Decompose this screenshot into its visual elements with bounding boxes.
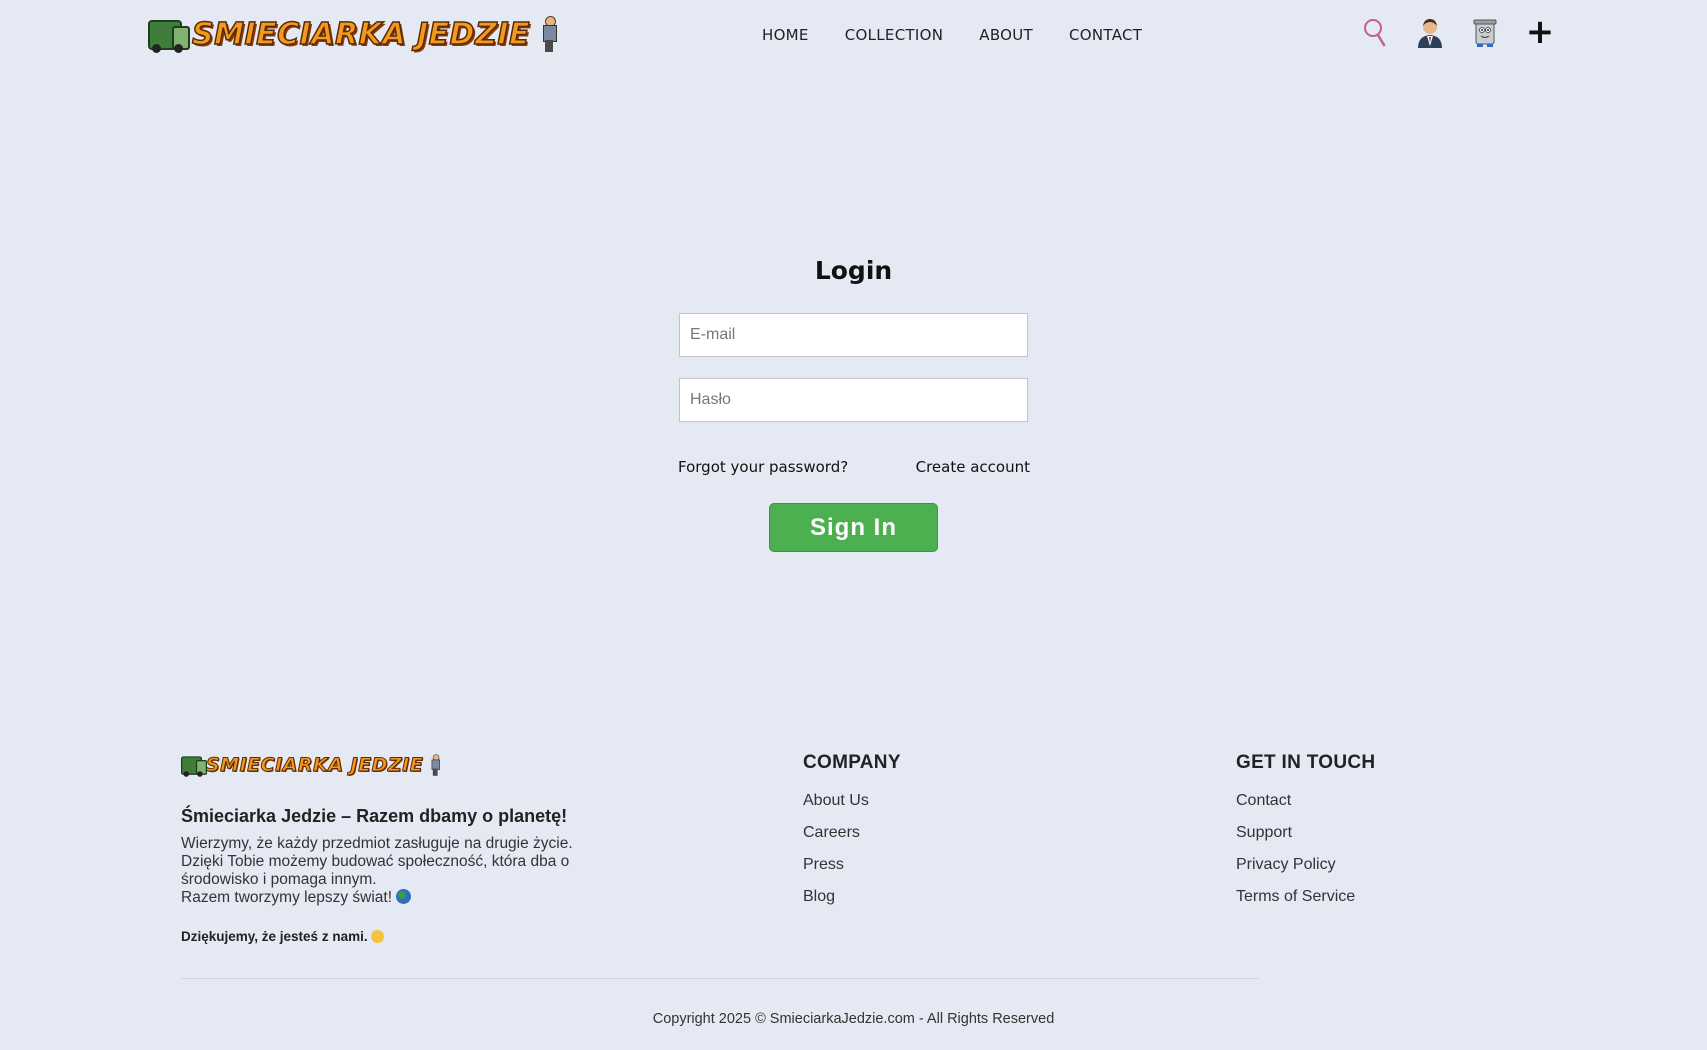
footer-link-support[interactable]: Support [1236,824,1375,842]
main-nav: HOME COLLECTION ABOUT CONTACT [762,26,1178,44]
smile-icon [370,930,384,943]
footer-link-contact[interactable]: Contact [1236,792,1375,810]
footer-link-careers[interactable]: Careers [803,824,901,842]
garbage-truck-icon [181,754,208,777]
password-field[interactable] [679,378,1028,422]
footer-desc-tagline: Razem tworzymy lepszy świat! [181,889,393,906]
create-account-link[interactable]: Create account [916,458,1030,476]
footer-logo-text: SMIECIARKA JEDZIE [205,754,424,777]
copyright: Copyright 2025 © SmieciarkaJedzie.com - … [652,1011,1055,1027]
footer-thanks-text: Dziękujemy, że jesteś z nami. [181,929,368,944]
site-logo[interactable]: SMIECIARKA JEDZIE [148,14,557,54]
footer-link-blog[interactable]: Blog [803,888,901,906]
search-icon[interactable] [1360,16,1390,48]
footer-logo: SMIECIARKA JEDZIE [181,752,445,778]
nav-contact[interactable]: CONTACT [1069,26,1142,44]
footer-heading: Śmieciarka Jedzie – Razem dbamy o planet… [181,806,568,826]
site-header: SMIECIARKA JEDZIE HOME COLLECTION ABOUT … [0,0,1707,75]
footer-desc-text: Wierzymy, że każdy przedmiot zasługuje n… [181,835,573,888]
forgot-password-link[interactable]: Forgot your password? [678,458,848,476]
footer-description: Wierzymy, że każdy przedmiot zasługuje n… [181,835,601,907]
garbage-truck-icon [148,16,190,53]
footer-link-about-us[interactable]: About Us [803,792,901,810]
footer-link-press[interactable]: Press [803,856,901,874]
footer-company-column: COMPANY About Us Careers Press Blog [803,752,901,920]
footer-thanks: Dziękujemy, że jesteś z nami. [181,929,384,944]
nav-about[interactable]: ABOUT [979,26,1033,44]
nav-home[interactable]: HOME [762,26,809,44]
plus-icon[interactable]: + [1525,15,1555,49]
email-field[interactable] [679,313,1028,357]
nav-collection[interactable]: COLLECTION [845,26,944,44]
worker-icon [431,754,441,776]
logo-text: SMIECIARKA JEDZIE [191,16,530,53]
footer-link-terms[interactable]: Terms of Service [1236,888,1375,906]
footer-divider [181,978,1259,979]
user-icon[interactable] [1415,16,1445,48]
login-links: Forgot your password? Create account [678,458,1030,476]
trash-bin-icon[interactable] [1470,16,1500,48]
header-icons: + [1360,15,1580,49]
login-title: Login [814,256,893,285]
sign-in-button[interactable]: Sign In [769,503,938,552]
footer-link-privacy[interactable]: Privacy Policy [1236,856,1375,874]
footer-touch-title: GET IN TOUCH [1236,752,1376,773]
worker-icon [542,16,557,52]
footer-company-title: COMPANY [803,752,901,773]
footer-touch-column: GET IN TOUCH Contact Support Privacy Pol… [1236,752,1375,920]
earth-icon [396,889,412,904]
